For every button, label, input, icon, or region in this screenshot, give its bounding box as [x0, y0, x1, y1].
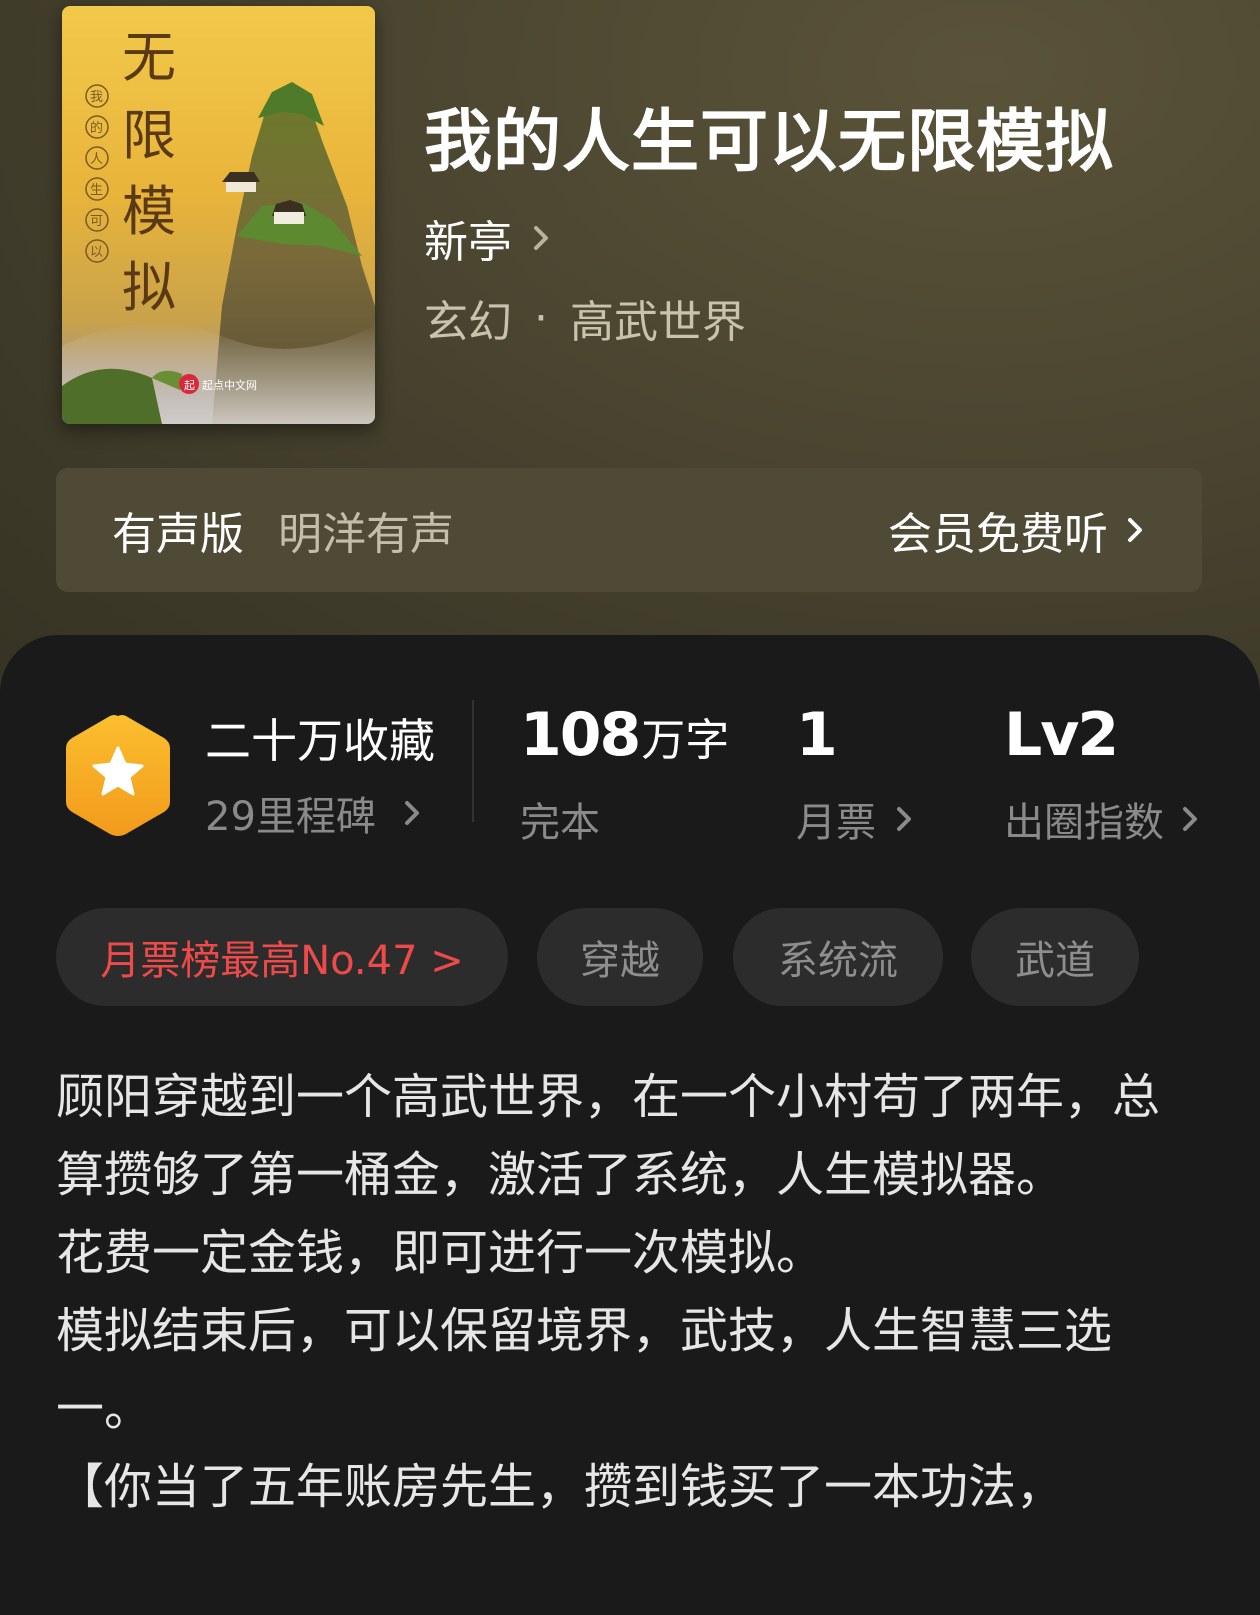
book-cover-art: 起 起点中文网 无 限 模 拟 我 的 人 生 可 以	[62, 6, 375, 424]
genre-line: 玄幻 · 高武世界	[424, 286, 746, 350]
monthly-ticket-label: 月票	[796, 800, 876, 846]
svg-text:我: 我	[90, 90, 103, 105]
book-cover[interactable]: 起 起点中文网 无 限 模 拟 我 的 人 生 可 以	[62, 6, 375, 424]
author-link[interactable]: 新亭	[424, 206, 556, 270]
subgenre-label: 高武世界	[570, 297, 746, 348]
svg-text:起: 起	[184, 379, 195, 392]
word-count-number: 108	[520, 700, 641, 770]
word-count-unit: 万字	[641, 715, 730, 766]
chevron-right-icon	[897, 807, 911, 831]
word-count-stat: 108 万字 完本	[520, 700, 729, 848]
audio-version-label: 有声版	[112, 509, 244, 560]
synopsis-paragraph: 【你当了五年账房先生，攒到钱买了一本功法，	[56, 1459, 1065, 1515]
svg-text:无: 无	[122, 26, 176, 89]
tag-wudao[interactable]: 武道	[971, 908, 1139, 1006]
audiobook-banner[interactable]: 有声版 明洋有声 会员免费听	[56, 468, 1202, 592]
svg-text:生: 生	[90, 183, 103, 198]
chevron-right-icon	[1183, 807, 1197, 831]
svg-text:的: 的	[90, 120, 103, 136]
tag-list: 月票榜最高No.47 > 穿越 系统流 武道	[0, 908, 1260, 1006]
member-free-listen-label: 会员免费听	[888, 509, 1108, 560]
tag-xitongliu[interactable]: 系统流	[733, 908, 943, 1006]
author-name: 新亭	[424, 217, 512, 268]
collection-count: 二十万收藏	[205, 714, 435, 768]
collection-stat[interactable]: 二十万收藏 29里程碑	[205, 712, 435, 842]
book-synopsis[interactable]: 顾阳穿越到一个高武世界，在一个小村苟了两年，总算攒够了第一桶金，激活了系统，人生…	[56, 1058, 1206, 1526]
book-header: 起 起点中文网 无 限 模 拟 我 的 人 生 可 以 我的人生可以无限模拟 新…	[0, 0, 1260, 700]
svg-text:模: 模	[122, 180, 176, 243]
synopsis-paragraph: 花费一定金钱，即可进行一次模拟。	[56, 1225, 825, 1281]
synopsis-paragraph: 模拟结束后，可以保留境界，武技，人生智慧三选一。	[56, 1303, 1113, 1437]
genre-separator: ·	[534, 292, 548, 344]
monthly-rank-tag[interactable]: 月票榜最高No.47 >	[56, 908, 508, 1006]
chevron-right-icon	[534, 226, 548, 250]
svg-text:起点中文网: 起点中文网	[202, 378, 257, 392]
stat-divider	[472, 700, 474, 822]
genre-label: 玄幻	[424, 297, 512, 348]
book-title: 我的人生可以无限模拟	[424, 102, 1115, 182]
completion-status: 完本	[520, 800, 600, 846]
influence-index-stat[interactable]: Lv2 出圈指数	[1004, 700, 1204, 848]
chevron-right-icon	[1128, 518, 1142, 542]
monthly-ticket-count: 1	[796, 700, 838, 770]
star-hexagon-icon	[66, 715, 170, 836]
tag-chuanyue[interactable]: 穿越	[537, 908, 703, 1006]
svg-text:限: 限	[122, 104, 176, 167]
synopsis-paragraph: 顾阳穿越到一个高武世界，在一个小村苟了两年，总算攒够了第一桶金，激活了系统，人生…	[56, 1069, 1161, 1203]
svg-text:拟: 拟	[122, 256, 176, 319]
audio-narrator: 明洋有声	[278, 509, 454, 560]
member-free-listen-button[interactable]: 会员免费听	[888, 498, 1150, 562]
svg-text:人: 人	[90, 152, 103, 167]
svg-text:以: 以	[90, 245, 103, 260]
milestone-count: 29里程碑	[205, 794, 376, 840]
monthly-ticket-stat[interactable]: 1 月票	[796, 700, 918, 848]
influence-level: Lv2	[1004, 700, 1119, 770]
svg-text:可: 可	[90, 214, 103, 229]
chevron-right-icon	[404, 801, 419, 825]
influence-index-label: 出圈指数	[1004, 800, 1164, 846]
